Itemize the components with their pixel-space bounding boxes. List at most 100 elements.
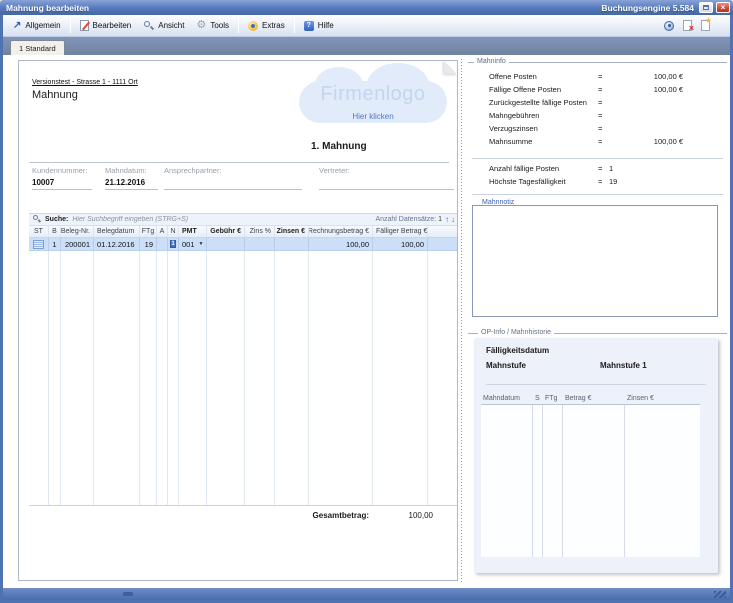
- history-column-ftg[interactable]: FTg: [543, 392, 563, 404]
- main-toolbar: ↗ Allgemein Bearbeiten Ansicht ⚙ Tools E…: [3, 15, 730, 37]
- panel-splitter[interactable]: [461, 59, 463, 583]
- column-header-ftg[interactable]: FTg: [140, 226, 157, 237]
- history-table: Mahndatum S FTg Betrag € Zinsen €: [481, 392, 700, 557]
- mahninfo-stat-value: 19: [609, 177, 617, 186]
- total-value: 100,00: [409, 511, 433, 520]
- toolbar-button-allgemein[interactable]: ↗ Allgemein: [7, 17, 67, 35]
- column-header-belegdatum[interactable]: Belegdatum: [94, 226, 140, 237]
- pmt-dropdown-icon[interactable]: ▼: [199, 241, 204, 247]
- logo-text: Firmenlogo: [291, 83, 455, 106]
- info-record-icon[interactable]: [664, 21, 674, 31]
- close-window-button[interactable]: ×: [716, 2, 730, 13]
- field-label: Mahndatum:: [105, 166, 158, 175]
- search-input[interactable]: [72, 216, 375, 223]
- toolbar-button-extras[interactable]: Extras: [242, 17, 291, 35]
- history-column-s[interactable]: S: [533, 392, 543, 404]
- grid-search-bar: Suche: Anzahl Datensätze: 1 ↑ ↓: [29, 213, 457, 226]
- column-header-pmt[interactable]: PMT: [179, 226, 207, 237]
- cell-zins-prozent: [245, 238, 275, 250]
- field-value[interactable]: [164, 178, 302, 188]
- history-column-zinsen[interactable]: Zinsen €: [625, 392, 700, 404]
- document-title: Mahnung: [32, 89, 78, 101]
- toolbar-label-bearbeiten: Bearbeiten: [93, 21, 132, 30]
- field-value[interactable]: 21.12.2016: [105, 178, 158, 188]
- bottom-grip-icon: [123, 592, 133, 596]
- cell-gebuehr[interactable]: [207, 238, 245, 250]
- column-header-beleg-nr[interactable]: Beleg-Nr.: [61, 226, 94, 237]
- column-header-faelliger-betrag[interactable]: Fälliger Betrag €: [373, 226, 428, 237]
- n-flag-badge: 1: [170, 240, 175, 248]
- grid-empty-body[interactable]: [29, 251, 457, 506]
- delete-document-icon[interactable]: ×: [683, 20, 692, 31]
- mahninfo-row-zurueckgestellte-posten: Zurückgestellte fällige Posten =: [468, 96, 727, 109]
- resize-grip-icon[interactable]: [714, 591, 726, 598]
- red-x-icon: ×: [689, 24, 694, 33]
- column-header-gebuehr[interactable]: Gebühr €: [207, 226, 245, 237]
- positions-grid: Suche: Anzahl Datensätze: 1 ↑ ↓ ST B Bel…: [29, 213, 457, 506]
- toolbar-separator: [294, 18, 295, 33]
- faelligkeitsdatum-label: Fälligkeitsdatum: [486, 346, 549, 355]
- toolbar-label-allgemein: Allgemein: [25, 21, 60, 30]
- restore-window-button[interactable]: [699, 2, 713, 13]
- column-header-a[interactable]: A: [157, 226, 168, 237]
- field-value[interactable]: 10007: [32, 178, 92, 188]
- column-header-b[interactable]: B: [49, 226, 61, 237]
- sort-down-icon[interactable]: ↓: [451, 216, 455, 224]
- mahninfo-value: 100,00 €: [654, 137, 683, 146]
- mahninfo-row-offene-posten: Offene Posten = 100,00 €: [468, 70, 727, 83]
- field-underline: [319, 189, 454, 190]
- mahninfo-row-faellige-offene-posten: Fällige Offene Posten = 100,00 €: [468, 83, 727, 96]
- column-header-rechnungsbetrag[interactable]: Rechnungsbetrag €: [309, 226, 373, 237]
- mahninfo-group-title: Mahninfo: [474, 58, 509, 65]
- mahninfo-separator: [472, 194, 723, 195]
- bottom-status-bar: [3, 588, 730, 600]
- sort-up-icon[interactable]: ↑: [445, 216, 449, 224]
- extras-ring-icon: [248, 21, 258, 31]
- history-column-betrag[interactable]: Betrag €: [563, 392, 625, 404]
- toolbar-button-bearbeiten[interactable]: Bearbeiten: [74, 17, 138, 35]
- search-icon: [33, 215, 42, 224]
- column-header-filler: [428, 226, 457, 237]
- history-column-mahndatum[interactable]: Mahndatum: [481, 392, 533, 404]
- edit-page-icon: [80, 20, 89, 31]
- field-kundennummer: Kundennummer: 10007: [32, 166, 92, 190]
- opinfo-group-title: OP-Info / Mahnhistorie: [478, 329, 554, 336]
- mahninfo-row-verzugszinsen: Verzugszinsen =: [468, 122, 727, 135]
- field-label: Ansprechpartner:: [164, 166, 302, 175]
- toolbar-button-hilfe[interactable]: ? Hilfe: [298, 17, 340, 35]
- field-underline: [164, 189, 302, 190]
- field-label: Vertreter:: [319, 166, 454, 175]
- mahninfo-stat-anzahl: Anzahl fällige Posten = 1: [468, 162, 727, 175]
- mahninfo-row-mahnsumme: Mahnsumme = 100,00 €: [468, 135, 727, 148]
- row-grid-icon: [33, 240, 44, 249]
- allgemein-arrow-icon: ↗: [13, 21, 21, 31]
- cell-rechnungsbetrag: 100,00: [309, 238, 373, 250]
- new-document-icon[interactable]: ★: [701, 20, 710, 31]
- company-logo-placeholder[interactable]: Firmenlogo Hier klicken: [291, 65, 455, 135]
- app-version: Buchungsengine 5.584: [601, 3, 694, 13]
- column-header-zins-prozent[interactable]: Zins %: [245, 226, 275, 237]
- toolbar-label-extras: Extras: [262, 21, 285, 30]
- field-value[interactable]: [319, 178, 454, 188]
- column-header-st[interactable]: ST: [29, 226, 49, 237]
- mahninfo-rows: Offene Posten = 100,00 € Fällige Offene …: [468, 70, 727, 148]
- total-label: Gesamtbetrag:: [313, 511, 369, 520]
- cell-ftg: 19: [140, 238, 157, 250]
- column-header-n[interactable]: N: [168, 226, 179, 237]
- application-window: Mahnung bearbeiten Buchungsengine 5.584 …: [0, 0, 733, 603]
- row-select-cell[interactable]: [29, 238, 49, 250]
- toolbar-button-tools[interactable]: ⚙ Tools: [190, 17, 235, 35]
- tab-standard[interactable]: 1 Standard: [10, 40, 65, 55]
- mahninfo-value: 100,00 €: [654, 72, 683, 81]
- cell-n[interactable]: 1: [168, 238, 179, 250]
- cell-zinsen[interactable]: [275, 238, 309, 250]
- mahnstufe-value: Mahnstufe 1: [600, 361, 647, 370]
- cell-pmt[interactable]: 001▼: [179, 238, 207, 250]
- cell-faelliger-betrag: 100,00: [373, 238, 428, 250]
- grid-data-row[interactable]: 1 200001 01.12.2016 19 1 001▼ 100,00 100…: [29, 238, 457, 251]
- logo-click-hint[interactable]: Hier klicken: [291, 112, 455, 121]
- column-header-zinsen[interactable]: Zinsen €: [275, 226, 309, 237]
- field-label: Kundennummer:: [32, 166, 92, 175]
- mahnnotiz-textarea[interactable]: [473, 206, 717, 316]
- toolbar-button-ansicht[interactable]: Ansicht: [137, 17, 190, 35]
